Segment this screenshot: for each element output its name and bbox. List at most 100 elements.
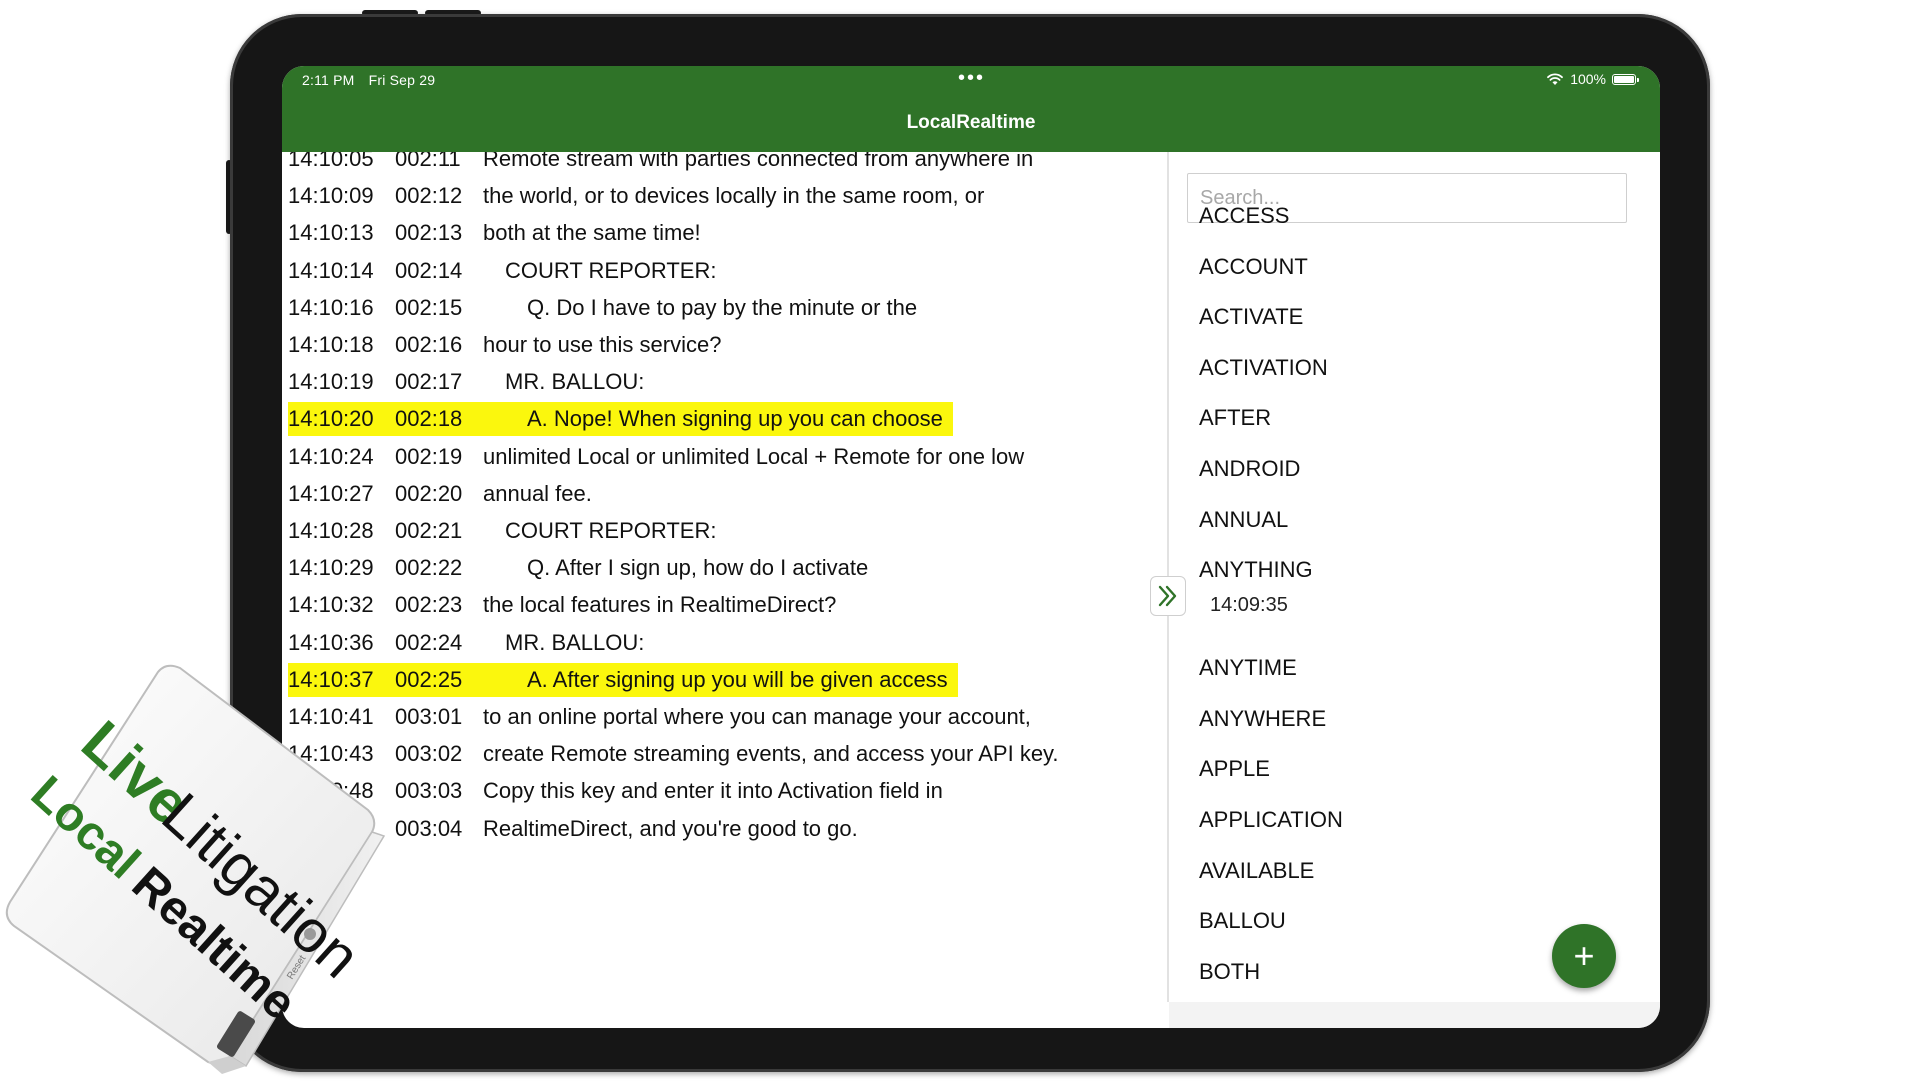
row-line-number: 002:21 <box>395 518 463 543</box>
tablet-screen: 2:11 PM Fri Sep 29 ••• 100% LocalRealtim… <box>282 66 1660 1028</box>
keyword-item[interactable]: ANDROID <box>1199 455 1300 483</box>
transcript-row[interactable]: 14:10:29 002:22 Q. After I sign up, how do… <box>288 551 868 585</box>
row-text: the world, or to devices locally in the … <box>483 183 985 209</box>
row-line-number: 002:14 <box>395 257 463 283</box>
keyword-item[interactable]: ACCESS <box>1199 202 1289 230</box>
transcript-row[interactable]: 14:10:09 002:12 the world, or to devices l… <box>288 179 984 213</box>
keyword-item[interactable]: AFTER <box>1199 404 1271 432</box>
row-timestamp: 14:10:19 <box>288 369 374 395</box>
battery-percent: 100% <box>1570 71 1606 87</box>
row-line-number: 002:25 <box>395 666 463 692</box>
keyword-item[interactable]: BOTH <box>1199 958 1260 986</box>
row-text: create Remote streaming events, and acce… <box>483 741 1059 767</box>
row-line-number: 002:15 <box>395 294 463 320</box>
row-timestamp: 14:10:28 <box>288 518 374 543</box>
transcript-row[interactable]: 14:10:28 002:21 COURT REPORTER: <box>288 514 716 548</box>
row-text: RealtimeDirect, and you're good to go. <box>483 815 858 841</box>
transcript-row-highlighted[interactable]: 14:10:20 002:18 A. Nope! When signing up y… <box>288 402 953 437</box>
row-text: Remote stream with parties connected fro… <box>483 152 1034 171</box>
transcript-row[interactable]: 14:10:19 002:17 MR. BALLOU: <box>288 365 644 399</box>
keyword-item[interactable]: AVAILABLE <box>1199 857 1314 885</box>
transcript-row[interactable]: 14:10:27 002:20 annual fee. <box>288 477 592 511</box>
row-text: to an online portal where you can manage… <box>483 704 1031 729</box>
transcript-row[interactable]: 14:10:43 003:02 create Remote streaming ev… <box>288 737 1059 771</box>
row-line-number: 002:12 <box>395 183 463 209</box>
transcript-row[interactable]: 14:10:18 002:16 hour to use this service? <box>288 328 721 362</box>
row-line-number: 002:19 <box>395 443 463 469</box>
transcript-row[interactable]: 14:10:32 002:23 the local features in Real… <box>288 588 836 622</box>
row-text: Copy this key and enter it into Activati… <box>483 778 943 804</box>
row-timestamp: 14:10:14 <box>288 257 374 283</box>
row-text: Q. After I sign up, how do I activate <box>527 555 869 581</box>
row-line-number: 003:02 <box>395 741 463 767</box>
product-box: Live Litigation Local Realtime Reset <box>0 660 400 1080</box>
add-button[interactable]: + <box>1552 924 1616 988</box>
keyword-item[interactable]: ACTIVATION <box>1199 354 1328 382</box>
add-icon: + <box>1573 935 1595 976</box>
row-text: MR. BALLOU: <box>505 369 645 395</box>
row-text: unlimited Local or unlimited Local + Rem… <box>483 443 1025 469</box>
row-line-number: 003:01 <box>395 704 463 729</box>
row-text: COURT REPORTER: <box>505 518 717 543</box>
status-date: Fri Sep 29 <box>368 72 436 88</box>
row-line-number: 003:04 <box>395 815 463 841</box>
row-timestamp: 14:10:32 <box>288 592 374 618</box>
row-text: Q. Do I have to pay by the minute or the <box>527 294 918 320</box>
row-line-number: 002:18 <box>395 406 463 432</box>
row-line-number: 002:11 <box>395 152 461 171</box>
row-line-number: 002:17 <box>395 369 463 395</box>
transcript-row[interactable]: 14:10:13 002:13 both at the same time! <box>288 216 701 250</box>
row-line-number: 002:24 <box>395 629 463 655</box>
row-text: both at the same time! <box>483 220 701 246</box>
reset-hole-icon <box>304 928 316 940</box>
transcript-row[interactable]: 14:10:36 002:24 MR. BALLOU: <box>288 626 644 660</box>
row-timestamp: 14:10:13 <box>288 220 374 246</box>
transcript-row[interactable]: 14:10:24 002:19 unlimited Local or unlimit… <box>288 440 1024 474</box>
row-timestamp: 14:10:36 <box>288 629 374 655</box>
row-line-number: 002:16 <box>395 332 463 357</box>
row-line-number: 002:22 <box>395 555 463 581</box>
row-timestamp: 14:10:29 <box>288 555 374 581</box>
keyword-item[interactable]: BALLOU <box>1199 907 1286 935</box>
keyword-item[interactable]: ACTIVATE <box>1199 303 1303 331</box>
row-timestamp: 14:10:20 <box>288 406 374 432</box>
transcript-row[interactable]: 14:10:05 002:11 Remote stream with parties… <box>288 152 1033 176</box>
row-text: annual fee. <box>483 480 592 506</box>
row-timestamp: 14:10:09 <box>288 183 374 209</box>
status-time: 2:11 PM <box>302 72 355 88</box>
row-text: MR. BALLOU: <box>505 629 645 655</box>
tablet-device: 2:11 PM Fri Sep 29 ••• 100% LocalRealtim… <box>230 14 1710 1072</box>
row-line-number: 002:20 <box>395 480 463 506</box>
row-timestamp: 14:10:18 <box>288 332 374 357</box>
collapse-panel-button[interactable] <box>1150 576 1186 616</box>
multitasking-dots[interactable]: ••• <box>958 68 985 88</box>
transcript-row[interactable]: 14:10:16 002:15 Q. Do I have to pay by the… <box>288 291 917 325</box>
localrealtime-device-image: Live Litigation Local Realtime Reset <box>5 664 386 1074</box>
status-bar-right: 100% <box>1546 71 1639 87</box>
double-chevron-right-icon <box>1158 585 1177 607</box>
row-line-number: 003:03 <box>395 778 463 804</box>
page-title: LocalRealtime <box>906 112 1036 133</box>
row-line-number: 002:13 <box>395 220 463 246</box>
row-timestamp: 14:10:16 <box>288 294 374 320</box>
row-text: the local features in RealtimeDirect? <box>483 592 837 618</box>
row-text: hour to use this service? <box>483 332 722 357</box>
keyword-item[interactable]: ANYTIME <box>1199 654 1297 682</box>
transcript-row[interactable]: 14:10:14 002:14 COURT REPORTER: <box>288 254 716 288</box>
panel-footer <box>1169 1002 1660 1028</box>
battery-icon <box>1612 73 1639 85</box>
row-text: A. Nope! When signing up you can choose <box>527 406 943 432</box>
keyword-item[interactable]: APPLE <box>1199 755 1270 783</box>
wifi-icon <box>1547 73 1564 85</box>
transcript-pane[interactable]: 14:10:05 002:11 Remote stream with parties… <box>282 152 1167 1028</box>
keyword-item[interactable]: ANYTHING <box>1199 556 1313 584</box>
keyword-item[interactable]: ANYWHERE <box>1199 705 1326 733</box>
row-timestamp: 14:10:27 <box>288 480 374 506</box>
status-bar-left: 2:11 PM Fri Sep 29 <box>302 72 445 88</box>
keyword-item[interactable]: APPLICATION <box>1199 806 1343 834</box>
row-text: A. After signing up you will be given ac… <box>527 666 948 692</box>
row-text: COURT REPORTER: <box>505 257 717 283</box>
keyword-hit-timestamp[interactable]: 14:09:35 <box>1210 594 1288 617</box>
keyword-item[interactable]: ACCOUNT <box>1199 253 1308 281</box>
keyword-item[interactable]: ANNUAL <box>1199 506 1288 534</box>
